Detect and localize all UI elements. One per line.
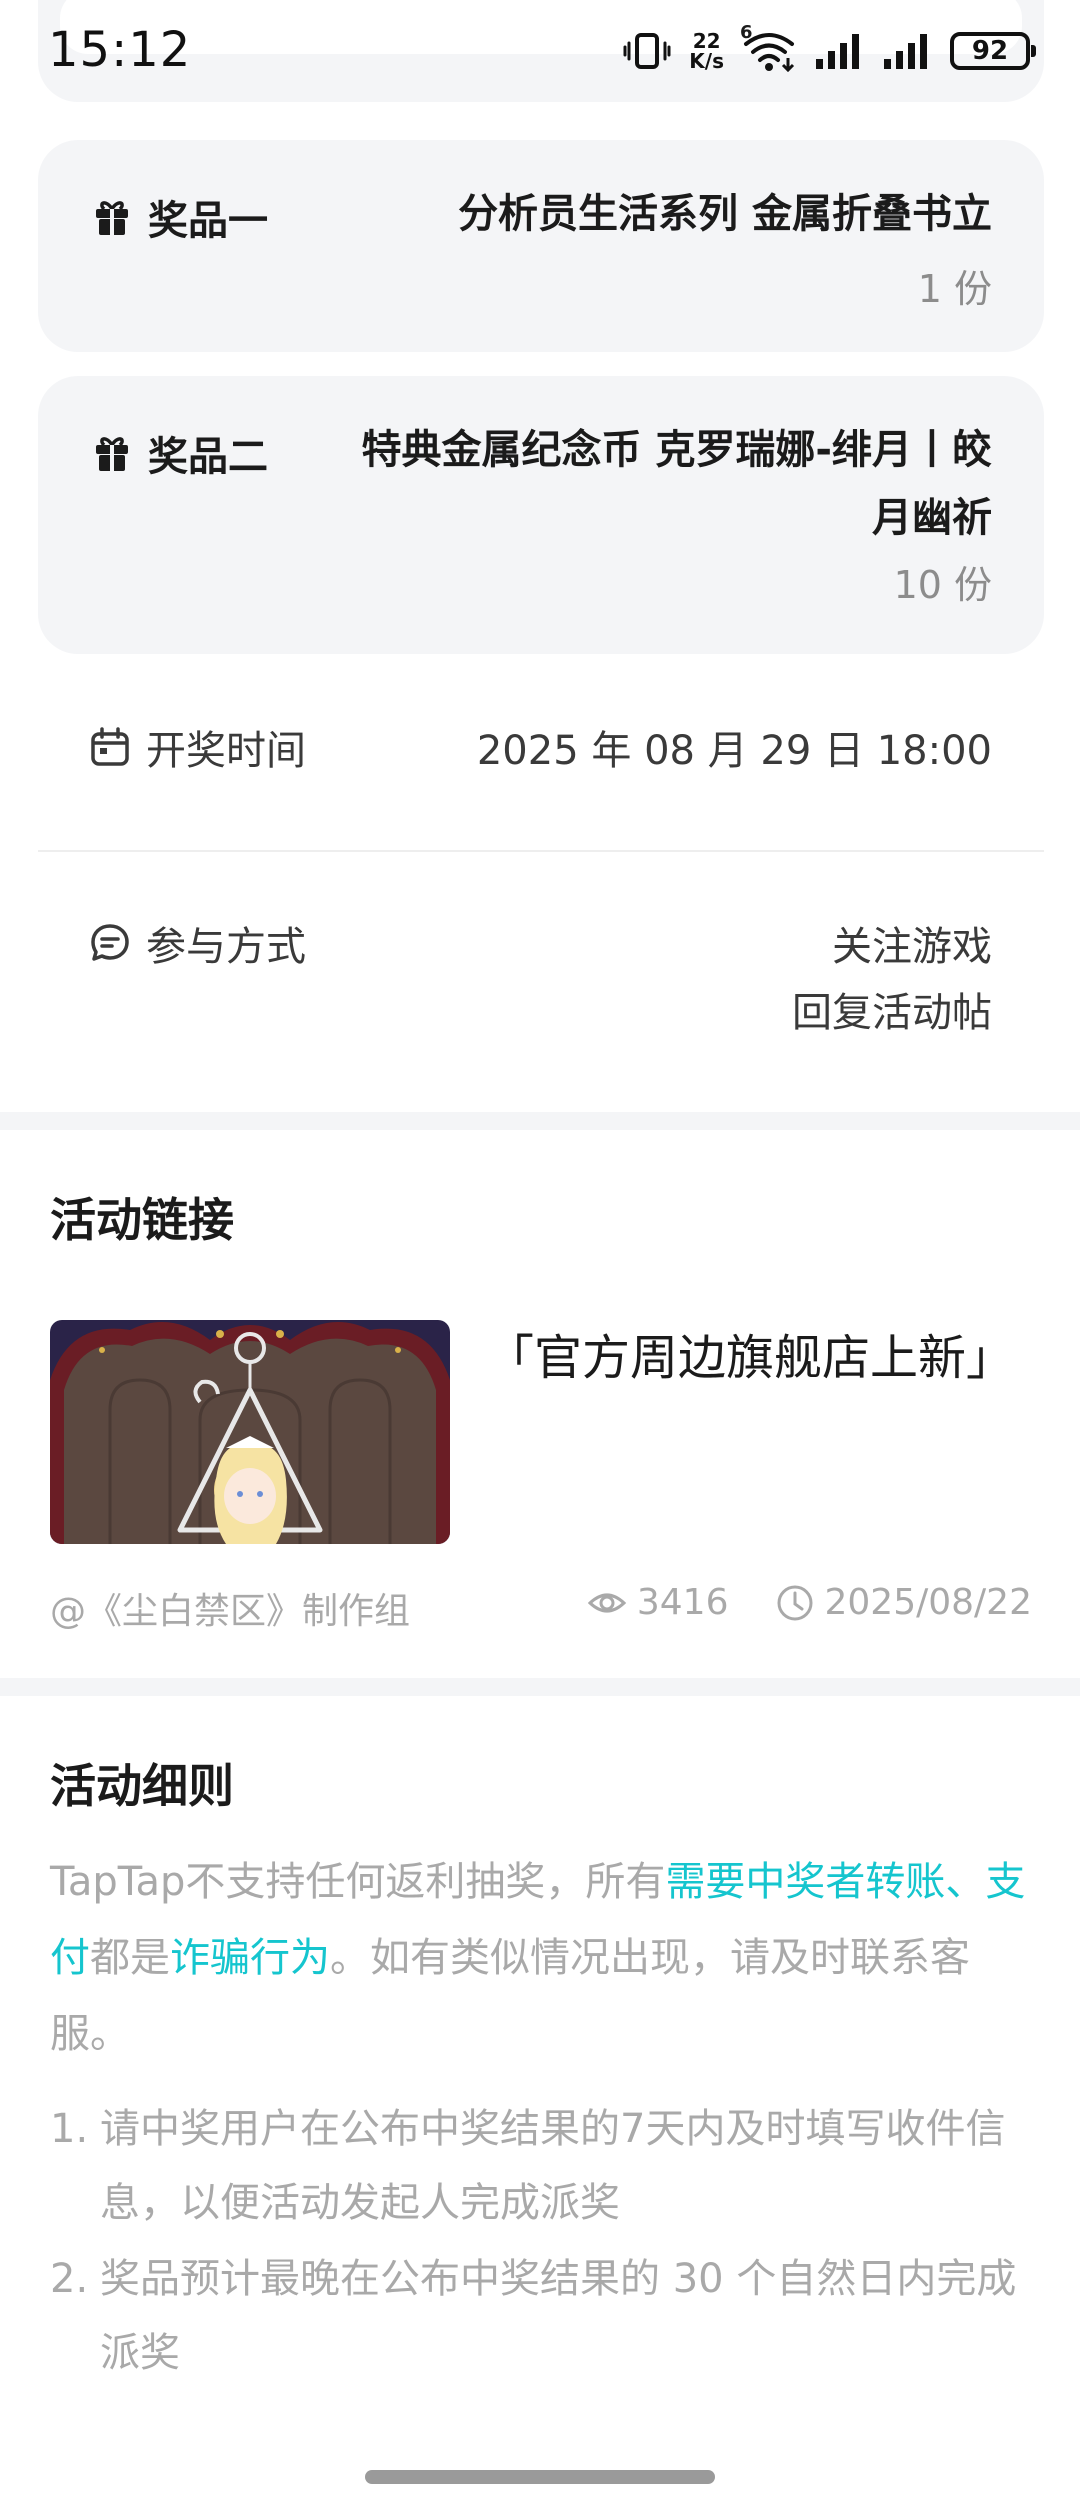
battery-icon: 92 bbox=[950, 32, 1036, 70]
rules-title: 活动细则 bbox=[50, 1759, 234, 1813]
home-indicator[interactable] bbox=[365, 2470, 715, 2484]
view-count: 3416 bbox=[587, 1582, 729, 1623]
gift-icon bbox=[96, 201, 128, 235]
section-separator bbox=[0, 1678, 1080, 1696]
prize-label: 奖品二 bbox=[148, 434, 268, 480]
wifi-indicator: 6 bbox=[740, 22, 796, 72]
rules-item-text: 请中奖用户在公布中奖结果的7天内及时填写收件信息，以便活动发起人完成派奖 bbox=[100, 2106, 1006, 2226]
rules-item-number: 1. bbox=[50, 2106, 89, 2152]
participation-row: 参与方式 关注游戏 回复活动帖 bbox=[88, 914, 992, 1054]
activity-link-meta: @《尘白禁区》制作组 3416 2025/08/22 bbox=[50, 1582, 1032, 1632]
thumbnail-illustration bbox=[50, 1320, 450, 1544]
rules-list-item: 2. 奖品预计最晚在公布中奖结果的 30 个自然日内完成派奖 bbox=[50, 2242, 1040, 2390]
prize-quantity: 10 份 bbox=[893, 563, 992, 607]
net-speed-unit: K/s bbox=[689, 49, 724, 73]
rules-intro-highlight: 诈骗行为 bbox=[170, 1935, 330, 1981]
post-date: 2025/08/22 bbox=[775, 1582, 1033, 1623]
activity-link-thumbnail[interactable] bbox=[50, 1320, 450, 1544]
prize-card-2: 奖品二 特典金属纪念币 克罗瑞娜-绯月丨皎月幽祈 10 份 bbox=[38, 376, 1044, 654]
draw-time-value: 2025 年 08 月 29 日 18:00 bbox=[476, 728, 992, 774]
prize-head: 奖品一 bbox=[92, 188, 268, 246]
net-speed-value: 22 bbox=[692, 29, 721, 53]
participation-methods: 关注游戏 回复活动帖 bbox=[792, 914, 992, 1046]
activity-link-author[interactable]: @《尘白禁区》制作组 bbox=[50, 1582, 410, 1634]
rules-list: 1. 请中奖用户在公布中奖结果的7天内及时填写收件信息，以便活动发起人完成派奖 … bbox=[50, 2092, 1040, 2392]
post-date-value: 2025/08/22 bbox=[824, 1582, 1033, 1623]
divider bbox=[38, 850, 1044, 852]
rules-item-number: 2. bbox=[50, 2256, 89, 2302]
rules-intro-text: TapTap不支持任何返利抽奖，所有 bbox=[50, 1859, 666, 1905]
rules-list-item: 1. 请中奖用户在公布中奖结果的7天内及时填写收件信息，以便活动发起人完成派奖 bbox=[50, 2092, 1040, 2240]
eye-icon bbox=[587, 1593, 627, 1612]
view-count-value: 3416 bbox=[636, 1582, 729, 1623]
participation-method: 关注游戏 bbox=[832, 924, 992, 970]
activity-link-title: 活动链接 bbox=[50, 1193, 234, 1247]
activity-link-post-title[interactable]: 「官方周边旗舰店上新」 bbox=[486, 1320, 1014, 1396]
status-time: 15:12 bbox=[48, 22, 192, 78]
section-separator bbox=[0, 1112, 1080, 1130]
signal-icon bbox=[816, 34, 859, 69]
calendar-icon bbox=[91, 727, 129, 766]
participation-label-wrap: 参与方式 bbox=[88, 914, 306, 972]
draw-time-label: 开奖时间 bbox=[146, 728, 306, 774]
prize-head: 奖品二 bbox=[92, 424, 268, 482]
clock-icon bbox=[777, 1585, 812, 1620]
wifi-label: 6 bbox=[740, 22, 753, 43]
chat-bubble-icon bbox=[91, 924, 129, 961]
prize-name: 分析员生活系列 金属折叠书立 bbox=[458, 191, 992, 237]
activity-link-stats: 3416 2025/08/22 bbox=[587, 1582, 1032, 1623]
vibrate-icon bbox=[623, 33, 671, 69]
rules-intro: TapTap不支持任何返利抽奖，所有需要中奖者转账、支付都是诈骗行为。如有类似情… bbox=[50, 1844, 1040, 2072]
gift-icon bbox=[96, 437, 128, 471]
prize-label: 奖品一 bbox=[148, 198, 268, 244]
rules-item-text: 奖品预计最晚在公布中奖结果的 30 个自然日内完成派奖 bbox=[100, 2256, 1017, 2376]
rules-intro-text: 都是 bbox=[90, 1935, 170, 1981]
status-icons: 22 K/s 6 92 bbox=[623, 22, 1036, 76]
draw-time-row: 开奖时间 2025 年 08 月 29 日 18:00 bbox=[88, 716, 992, 786]
prize-quantity: 1 份 bbox=[917, 267, 992, 311]
net-speed: 22 K/s bbox=[689, 31, 724, 71]
signal-icon-2 bbox=[884, 34, 927, 69]
prize-name: 特典金属纪念币 克罗瑞娜-绯月丨皎月幽祈 bbox=[361, 427, 992, 541]
participation-method: 回复活动帖 bbox=[792, 990, 992, 1036]
participation-label: 参与方式 bbox=[146, 924, 306, 970]
prize-card-1: 奖品一 分析员生活系列 金属折叠书立 1 份 bbox=[38, 140, 1044, 352]
giveaway-detail-page: 15:12 22 K/s 6 92 奖品一 分析员生活系列 金属折叠书立 1 份… bbox=[0, 0, 1080, 2504]
draw-time-label-wrap: 开奖时间 bbox=[88, 718, 306, 776]
status-bar: 15:12 22 K/s 6 92 bbox=[0, 0, 1080, 100]
